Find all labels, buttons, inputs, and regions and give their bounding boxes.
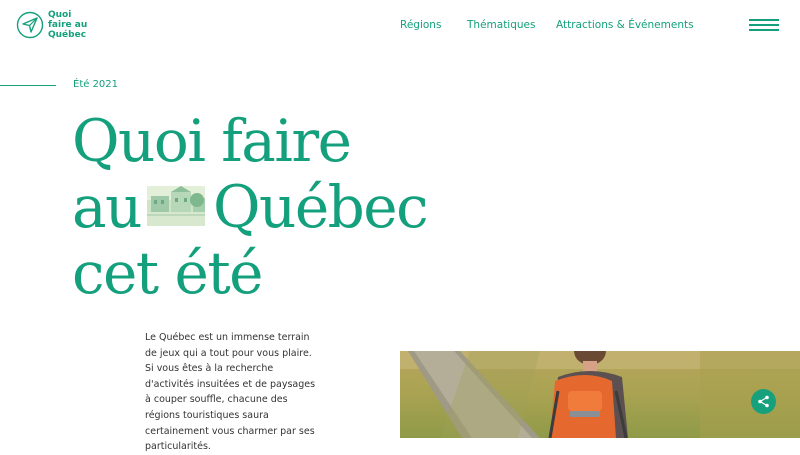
hamburger-menu-icon[interactable] (749, 18, 779, 32)
eyebrow-divider (0, 85, 56, 86)
nav-item-thematiques[interactable]: Thématiques (467, 19, 535, 31)
inline-town-photo (146, 185, 205, 226)
nav-item-attractions[interactable]: Attractions & Événements (556, 19, 694, 31)
title-line: Quoi faire (72, 107, 352, 175)
title-word: au (72, 173, 142, 241)
title-line: cet été (72, 239, 264, 307)
title-word: Québec (212, 173, 429, 241)
main-nav: Régions Thématiques Attractions & Événem… (0, 19, 800, 33)
nav-item-regions[interactable]: Régions (400, 19, 441, 31)
intro-paragraph: Le Québec est un immense terrain de jeux… (145, 332, 316, 453)
title-line: au Québec (72, 173, 429, 241)
eyebrow-season: Été 2021 (73, 79, 119, 90)
share-icon (758, 395, 769, 408)
hiker-photo (400, 351, 800, 438)
page-title: Quoi faire au Québec cet été (72, 107, 429, 307)
share-button[interactable] (751, 389, 776, 414)
